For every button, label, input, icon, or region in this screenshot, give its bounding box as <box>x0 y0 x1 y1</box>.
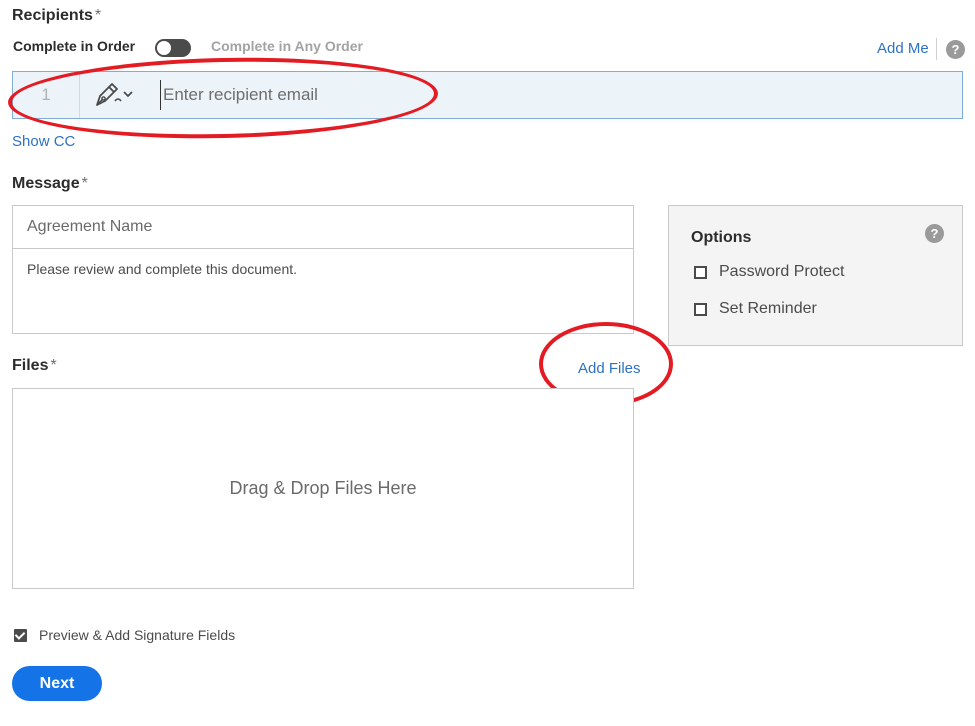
drop-zone-text: Drag & Drop Files Here <box>229 478 417 498</box>
show-cc-link[interactable]: Show CC <box>12 133 75 150</box>
preview-option[interactable]: Preview & Add Signature Fields <box>14 627 235 643</box>
password-protect-label: Password Protect <box>719 263 845 280</box>
set-reminder-checkbox[interactable] <box>694 302 707 316</box>
set-reminder-option[interactable]: Set Reminder <box>694 300 817 318</box>
message-box: Please review and complete this document… <box>12 205 634 334</box>
complete-in-order-label: Complete in Order <box>13 38 136 54</box>
toggle-knob <box>157 41 171 55</box>
options-panel: Options ? Password Protect Set Reminder <box>668 205 963 346</box>
divider <box>936 38 937 60</box>
complete-in-any-order-label: Complete in Any Order <box>211 38 363 54</box>
preview-checkbox[interactable] <box>14 628 27 642</box>
password-protect-option[interactable]: Password Protect <box>694 263 844 281</box>
agreement-name-input[interactable] <box>13 206 633 249</box>
password-protect-checkbox[interactable] <box>694 265 707 279</box>
message-label: Message * <box>12 175 88 192</box>
options-title: Options <box>691 229 752 246</box>
next-button[interactable]: Next <box>12 666 102 701</box>
preview-label: Preview & Add Signature Fields <box>39 627 236 643</box>
help-icon[interactable]: ? <box>946 40 965 59</box>
annotation-ellipse-recipient <box>7 53 439 143</box>
recipients-label: Recipients * <box>12 7 102 24</box>
order-toggle[interactable] <box>155 39 191 57</box>
message-textarea[interactable]: Please review and complete this document… <box>13 250 633 333</box>
file-drop-zone[interactable]: Drag & Drop Files Here <box>12 388 634 589</box>
add-me-link[interactable]: Add Me <box>877 40 929 57</box>
set-reminder-label: Set Reminder <box>719 300 817 317</box>
files-label: Files * <box>12 357 57 374</box>
help-icon[interactable]: ? <box>925 224 944 243</box>
